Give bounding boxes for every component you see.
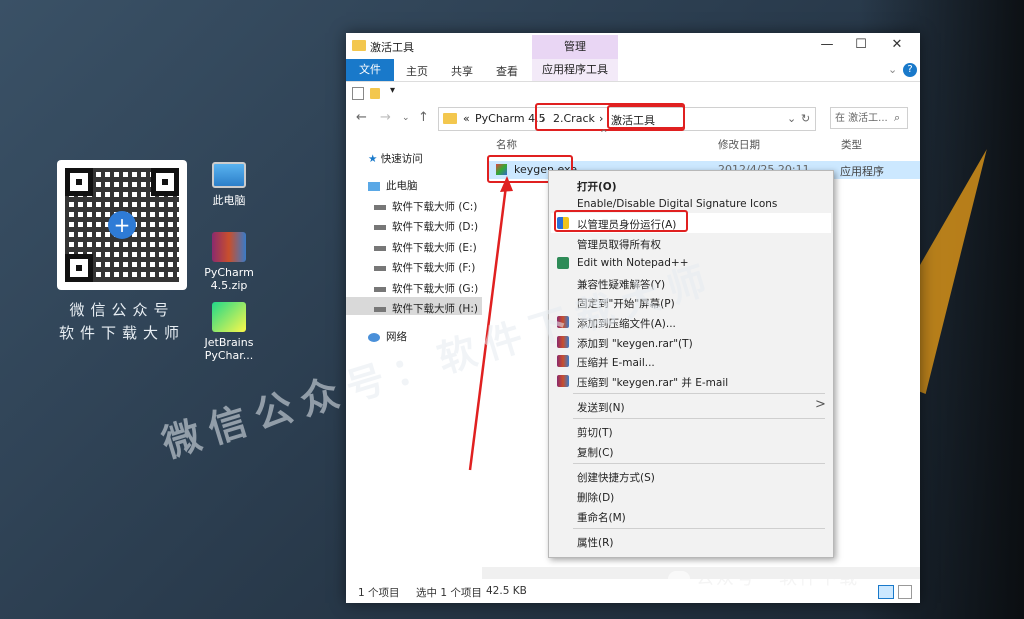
wechat-icon [668,571,690,587]
arrow-head [500,176,513,192]
watermark-bottom: 公众号 · 软件下载 [668,564,859,590]
